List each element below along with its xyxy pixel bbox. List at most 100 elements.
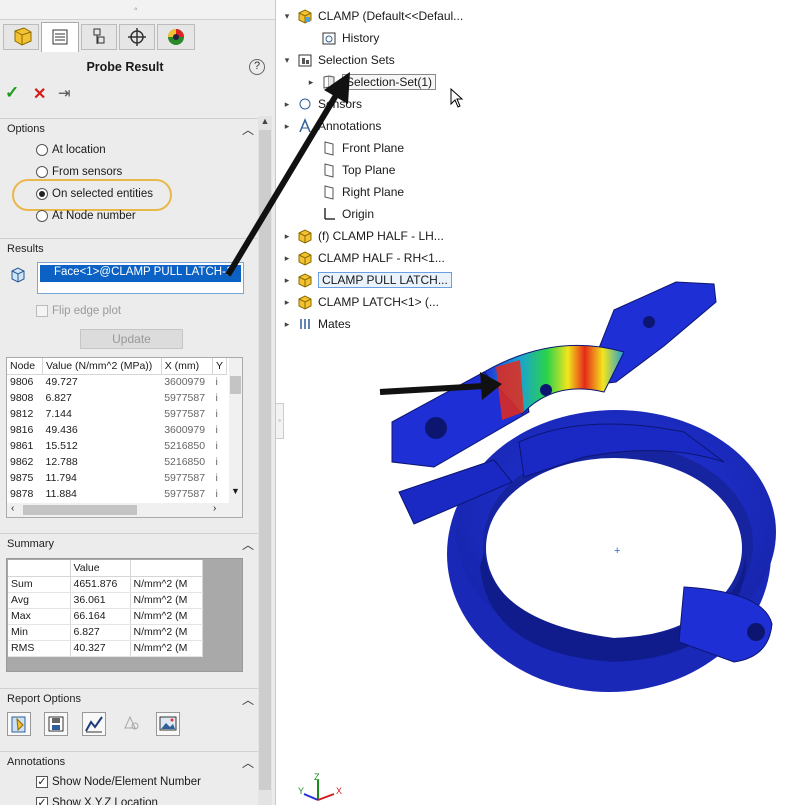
table-cell: 5977587 [164,488,206,500]
tab-display-manager[interactable] [157,24,195,50]
table-row[interactable]: 9875 11.794 5977587 i [7,470,227,486]
picture-icon[interactable] [156,712,180,736]
save-report-icon[interactable] [7,712,31,736]
radio-at-location[interactable]: At location [36,144,106,156]
tree-root-clamp[interactable]: ▾ CLAMP (Default<<Defaul... [282,8,463,24]
ok-button[interactable]: ✓ [5,83,19,103]
results-table: Node Value (N/mm^2 (MPa)) X (mm) Y 9806 49.7… [7,358,228,502]
center-marker-icon: + [614,545,620,557]
results-hscroll-thumb[interactable] [23,505,137,515]
summary-cell: N/mm^2 (M [130,608,203,625]
plot-graph-icon[interactable] [82,712,106,736]
display-manager-icon [168,29,184,45]
table-row[interactable]: 9861 15.512 5216850 i [7,438,227,454]
table-cell: 9861 [10,440,34,452]
panel-splitter-handle[interactable]: ◦ [276,403,284,439]
collapse-caret-icon[interactable]: ︿ [242,536,254,553]
results-vscroll-thumb[interactable] [230,376,241,394]
show-xyz-location-checkbox[interactable]: ✓ Show X,Y,Z Location [36,797,158,805]
radio-from-sensors[interactable]: From sensors [36,166,122,178]
summary-table: Value Sum 4651.876 N/mm^2 (M Avg 36.061 N/mm^… [8,560,203,657]
table-cell: 49.727 [45,376,78,389]
checkbox-box[interactable] [36,305,48,317]
collapse-caret-icon[interactable]: ︿ [242,691,254,708]
tab-property-manager[interactable] [41,22,79,52]
table-cell: i [215,456,218,468]
radio-label: From sensors [52,166,123,178]
flip-edge-plot-checkbox[interactable]: Flip edge plot [36,305,121,317]
panel-grip[interactable]: ◦ [0,0,275,20]
configuration-manager-icon [93,28,105,44]
checkbox-label: Show Node/Element Number [52,776,201,788]
summary-cell: 4651.876 [70,576,131,593]
radio-dot-selected[interactable] [36,188,48,200]
table-row[interactable]: 9816 49.436 3600979 i [7,422,227,438]
model-viewport[interactable]: + Z Y X [284,262,796,805]
table-cell: 12.788 [45,456,78,468]
results-vscrollbar[interactable]: ▼ [229,358,242,504]
expand-caret-icon[interactable]: ▾ [282,11,292,22]
table-cell: 5977587 [164,472,206,484]
results-column-header[interactable]: X (mm) [161,358,213,375]
save-data-icon[interactable] [44,712,68,736]
cancel-button[interactable]: ✕ [33,84,46,104]
checkbox-checked[interactable]: ✓ [36,776,48,788]
table-cell: 9806 [10,376,34,389]
summary-row: Max 66.164 N/mm^2 (M [8,608,203,625]
tab-dimxpert-manager[interactable] [119,24,155,50]
show-node-number-checkbox[interactable]: ✓ Show Node/Element Number [36,776,201,788]
update-button[interactable]: Update [80,329,183,349]
scroll-down-arrow-icon[interactable]: ▼ [231,486,240,496]
radio-label: At location [52,144,106,156]
table-row[interactable]: 9878 11.884 5977587 i [7,486,227,502]
clamp-model[interactable]: + [391,281,776,692]
grip-dot-icon: ◦ [134,4,138,15]
property-manager-icon [52,29,68,45]
summary-row: Min 6.827 N/mm^2 (M [8,624,203,641]
selected-face-item[interactable]: Face<1>@CLAMP PULL LATCH-1 [40,265,241,282]
summary-cell: 36.061 [70,592,131,609]
sensor-graph-icon[interactable] [120,712,144,736]
summary-section-header[interactable]: Summary ︿ [0,533,258,555]
table-row[interactable]: 9808 6.827 5977587 i [7,390,227,406]
selection-list-box[interactable]: Face<1>@CLAMP PULL LATCH-1 [37,262,244,294]
tab-configuration-manager[interactable] [81,24,117,50]
table-row[interactable]: 9806 49.727 3600979 i [7,374,227,390]
radio-on-selected-entities[interactable]: On selected entities [36,188,153,200]
table-cell: 9808 [10,392,34,404]
annotations-section-header[interactable]: Annotations ︿ [0,751,258,773]
radio-dot[interactable] [36,210,48,222]
report-options-section-header[interactable]: Report Options ︿ [0,688,258,710]
radio-dot[interactable] [36,144,48,156]
triad-y-label: Y [298,786,304,796]
radio-at-node-number[interactable]: At Node number [36,210,136,222]
table-cell: 11.884 [45,488,77,500]
table-cell: 9816 [10,424,34,436]
face-selection-icon [9,266,27,284]
tree-item-history[interactable]: History [306,30,379,46]
summary-cell: RMS [8,640,71,657]
feature-manager-icon [14,27,32,46]
results-column-header[interactable]: Y [212,358,228,375]
table-cell: 9878 [10,488,34,500]
dimxpert-icon [128,28,146,46]
triad-z-label: Z [314,772,320,782]
scroll-left-arrow-icon[interactable]: ‹ [11,503,14,514]
summary-body: Sum 4651.876 N/mm^2 (M Avg 36.061 N/mm^2 (M Ma… [8,576,203,657]
table-row[interactable]: 9812 7.144 5977587 i [7,406,227,422]
tab-feature-manager[interactable] [3,24,39,50]
checkbox-checked[interactable]: ✓ [36,797,48,805]
table-row[interactable]: 9862 12.788 5216850 i [7,454,227,470]
scroll-right-arrow-icon[interactable]: › [213,503,216,514]
results-column-header[interactable]: Node [7,358,44,375]
collapse-caret-icon[interactable]: ︿ [242,754,254,771]
table-cell: 11.794 [45,472,77,484]
summary-cell: 6.827 [70,624,131,641]
results-header-label: Results [7,243,44,255]
summary-row: Sum 4651.876 N/mm^2 (M [8,576,203,593]
summary-cell: Avg [8,592,71,609]
results-column-header[interactable]: Value (N/mm^2 (MPa)) [42,358,162,375]
results-hscrollbar[interactable]: ‹ › [7,503,242,517]
radio-dot[interactable] [36,166,48,178]
pin-button[interactable]: ⇥ [58,84,71,102]
